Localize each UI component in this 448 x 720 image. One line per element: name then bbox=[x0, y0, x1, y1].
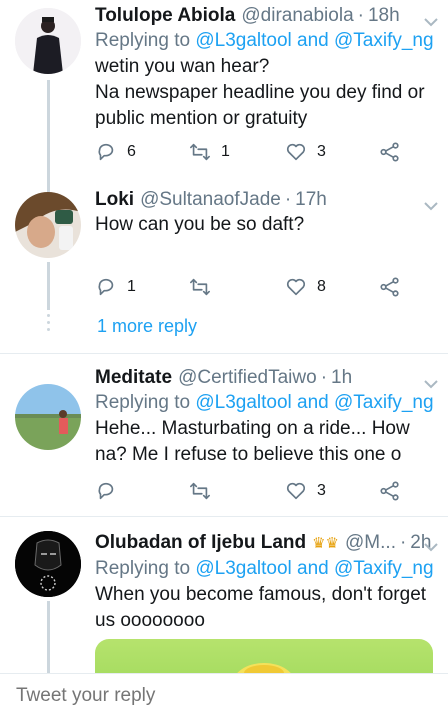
reply-icon bbox=[98, 143, 114, 161]
tweet-olubadan[interactable]: Olubadan of Ijebu Land ♛♛ @M... · 2h Rep… bbox=[0, 517, 448, 699]
reply-button[interactable]: 6 bbox=[95, 140, 189, 164]
chevron-down-icon[interactable] bbox=[424, 14, 438, 27]
more-reply-link[interactable]: 1 more reply bbox=[97, 316, 197, 337]
crown-emoji-icon: ♛♛ bbox=[312, 535, 340, 552]
retweet-button[interactable]: 1 bbox=[189, 140, 285, 164]
thread-line bbox=[47, 180, 50, 192]
tweet-text-line: na? Me I refuse to believe this one o bbox=[95, 444, 402, 465]
share-button[interactable] bbox=[379, 479, 401, 503]
timestamp[interactable]: 17h bbox=[295, 188, 327, 212]
tweet-text-line: wetin you wan hear? bbox=[95, 56, 270, 77]
avatar[interactable] bbox=[15, 192, 81, 258]
user-handle[interactable]: @SultanaofJade bbox=[140, 188, 281, 212]
avatar-image bbox=[15, 8, 81, 74]
mention-links[interactable]: @L3galtool and @Taxify_ng bbox=[195, 30, 433, 51]
reply-icon bbox=[98, 482, 114, 500]
tweet-text-line: Hehe... Masturbating on a ride... How bbox=[95, 418, 410, 439]
mention-links[interactable]: @L3galtool and @Taxify_ng bbox=[195, 392, 433, 413]
retweet-icon bbox=[190, 278, 210, 296]
separator: · bbox=[284, 189, 292, 210]
heart-icon bbox=[286, 482, 306, 500]
avatar-image bbox=[15, 531, 81, 597]
replying-to: Replying to @L3galtool and @Taxify_ng bbox=[95, 556, 434, 582]
timestamp[interactable]: 18h bbox=[368, 4, 400, 28]
tweet-text-line: public mention or gratuity bbox=[95, 108, 308, 129]
reply-composer bbox=[0, 673, 448, 720]
tweet-header: Olubadan of Ijebu Land ♛♛ @M... · 2h bbox=[95, 531, 434, 556]
avatar-image bbox=[15, 192, 81, 258]
retweet-icon bbox=[190, 482, 210, 500]
share-icon bbox=[380, 142, 399, 162]
tweet-meditate[interactable]: Meditate @CertifiedTaiwo · 1h Replying t… bbox=[0, 354, 448, 516]
display-name[interactable]: Olubadan of Ijebu Land bbox=[95, 531, 306, 555]
chevron-down-icon[interactable] bbox=[424, 198, 438, 211]
like-button[interactable]: 8 bbox=[285, 275, 379, 299]
replying-to: Replying to @L3galtool and @Taxify_ng bbox=[95, 28, 434, 54]
user-handle[interactable]: @diranabiola bbox=[241, 4, 353, 28]
display-name[interactable]: Meditate bbox=[95, 366, 172, 390]
like-button[interactable]: 3 bbox=[285, 140, 379, 164]
reply-button[interactable]: 1 bbox=[95, 275, 189, 299]
share-button[interactable] bbox=[379, 275, 401, 299]
separator: · bbox=[320, 367, 328, 388]
tweet-header: Meditate @CertifiedTaiwo · 1h bbox=[95, 366, 434, 390]
display-name[interactable]: Loki bbox=[95, 188, 134, 212]
replying-prefix: Replying to bbox=[95, 392, 191, 413]
heart-icon bbox=[286, 143, 306, 161]
like-count: 3 bbox=[317, 143, 326, 160]
timestamp[interactable]: 1h bbox=[331, 366, 352, 390]
user-handle[interactable]: @CertifiedTaiwo bbox=[178, 366, 317, 390]
display-name[interactable]: Tolulope Abiola bbox=[95, 4, 235, 28]
heart-icon bbox=[286, 278, 306, 296]
reply-icon bbox=[98, 278, 114, 296]
mention-links[interactable]: @L3galtool and @Taxify_ng bbox=[195, 558, 433, 579]
avatar[interactable] bbox=[15, 384, 81, 450]
tweet-header: Loki @SultanaofJade · 17h bbox=[95, 188, 434, 212]
like-button[interactable]: 3 bbox=[285, 479, 379, 503]
like-count: 3 bbox=[317, 482, 326, 499]
retweet-icon bbox=[190, 143, 210, 161]
user-handle[interactable]: @M... bbox=[345, 531, 396, 555]
avatar-image bbox=[15, 384, 81, 450]
retweet-count: 1 bbox=[221, 143, 230, 160]
replying-to: Replying to @L3galtool and @Taxify_ng bbox=[95, 390, 434, 416]
thread-line bbox=[47, 601, 50, 673]
tweet-tolulope[interactable]: Tolulope Abiola @diranabiola · 18h Reply… bbox=[0, 0, 448, 180]
avatar[interactable] bbox=[15, 8, 81, 74]
tweet-header: Tolulope Abiola @diranabiola · 18h bbox=[95, 4, 434, 28]
tweet-text-line: When you become famous, don't forget bbox=[95, 584, 427, 605]
tweet-text-line: How can you be so daft? bbox=[95, 214, 305, 235]
tweet-loki[interactable]: Loki @SultanaofJade · 17h How can you be… bbox=[0, 180, 448, 353]
reply-count: 6 bbox=[127, 143, 136, 160]
share-icon bbox=[380, 277, 399, 297]
thread-continuation-dots bbox=[47, 314, 50, 335]
tweet-text-line: us oooooooo bbox=[95, 610, 205, 631]
retweet-button[interactable] bbox=[189, 275, 285, 299]
thread-line bbox=[47, 80, 50, 180]
separator: · bbox=[357, 5, 364, 26]
tweet-text-line: Na newspaper headline you dey find or bbox=[95, 82, 425, 103]
thread-line bbox=[47, 262, 50, 310]
chevron-down-icon[interactable] bbox=[424, 539, 438, 552]
like-count: 8 bbox=[317, 278, 326, 295]
share-icon bbox=[380, 481, 399, 501]
separator: · bbox=[399, 532, 407, 553]
retweet-button[interactable] bbox=[189, 479, 285, 503]
chevron-down-icon[interactable] bbox=[424, 376, 438, 389]
avatar[interactable] bbox=[15, 531, 81, 597]
replying-prefix: Replying to bbox=[95, 558, 191, 579]
replying-prefix: Replying to bbox=[95, 30, 191, 51]
reply-count: 1 bbox=[127, 278, 136, 295]
tweet-reply-input[interactable] bbox=[16, 685, 416, 707]
reply-button[interactable] bbox=[95, 479, 189, 503]
share-button[interactable] bbox=[379, 140, 401, 164]
